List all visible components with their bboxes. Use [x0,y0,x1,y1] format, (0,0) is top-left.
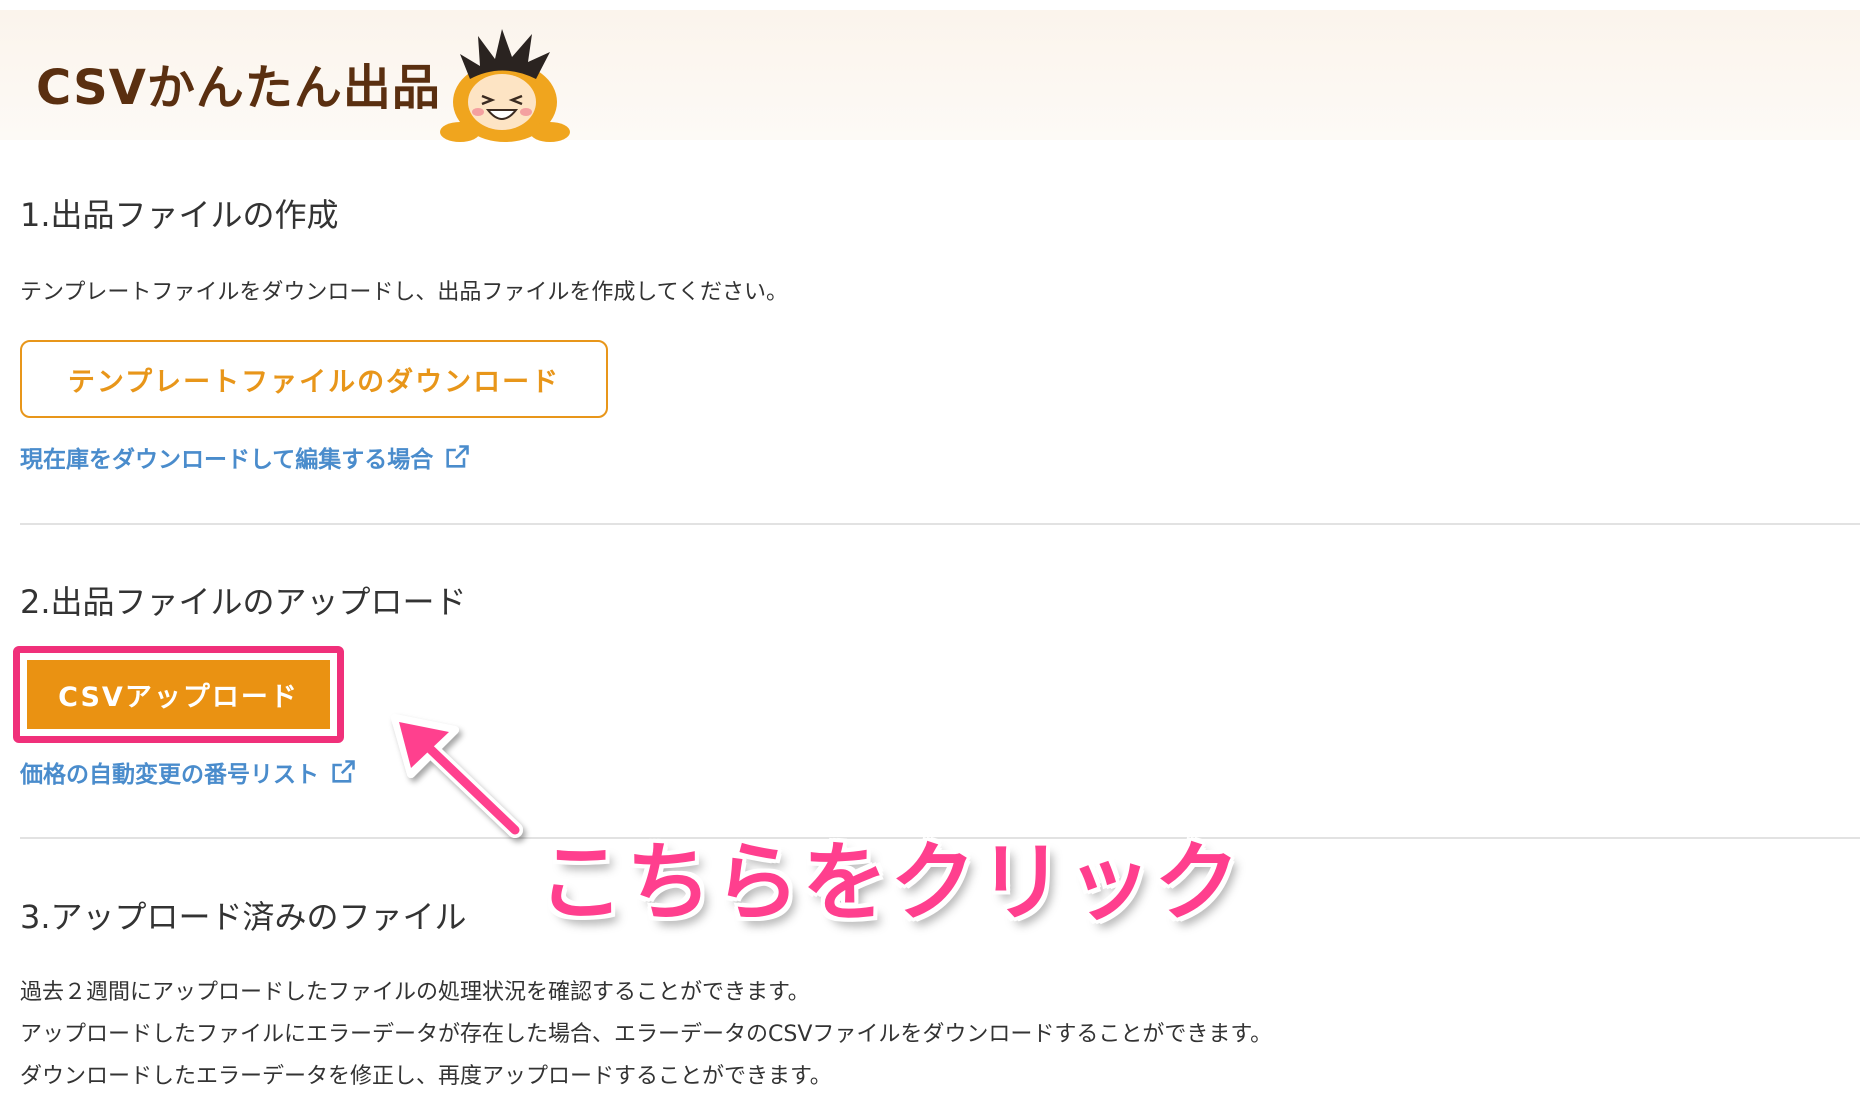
page-title: CSVかんたん出品 [36,60,441,116]
mascot-icon [440,29,570,142]
price-number-list-link[interactable]: 価格の自動変更の番号リスト [20,755,357,789]
section-description-line: アップロードしたファイルにエラーデータが存在した場合、エラーデータのCSVファイ… [20,1022,1273,1047]
section-description-line: ダウンロードしたエラーデータを修正し、再度アップロードすることができます。 [20,1064,832,1089]
section-description: テンプレートファイルをダウンロードし、出品ファイルを作成してください。 [20,280,789,305]
price-number-list-link-label: 価格の自動変更の番号リスト [20,762,319,788]
section-heading-uploaded-files: 3.アップロード済みのファイル [20,898,467,936]
stock-download-link[interactable]: 現在庫をダウンロードして編集する場合 [20,440,471,474]
click-here-callout: こちらをクリック [538,833,1242,933]
stock-download-link-label: 現在庫をダウンロードして編集する場合 [20,447,434,473]
external-link-icon [332,760,355,783]
section-description-line: 過去２週間にアップロードしたファイルの処理状況を確認することができます。 [20,980,810,1005]
external-link-icon [446,445,470,468]
section-heading-upload-file: 2.出品ファイルのアップロード [20,583,467,621]
arrow-annotation-icon [391,714,523,838]
section-divider [20,523,1860,525]
section-heading-create-file: 1.出品ファイルの作成 [20,196,339,234]
template-download-button[interactable]: テンプレートファイルのダウンロード [20,340,608,418]
csv-upload-button[interactable]: CSVアップロード [27,660,330,729]
